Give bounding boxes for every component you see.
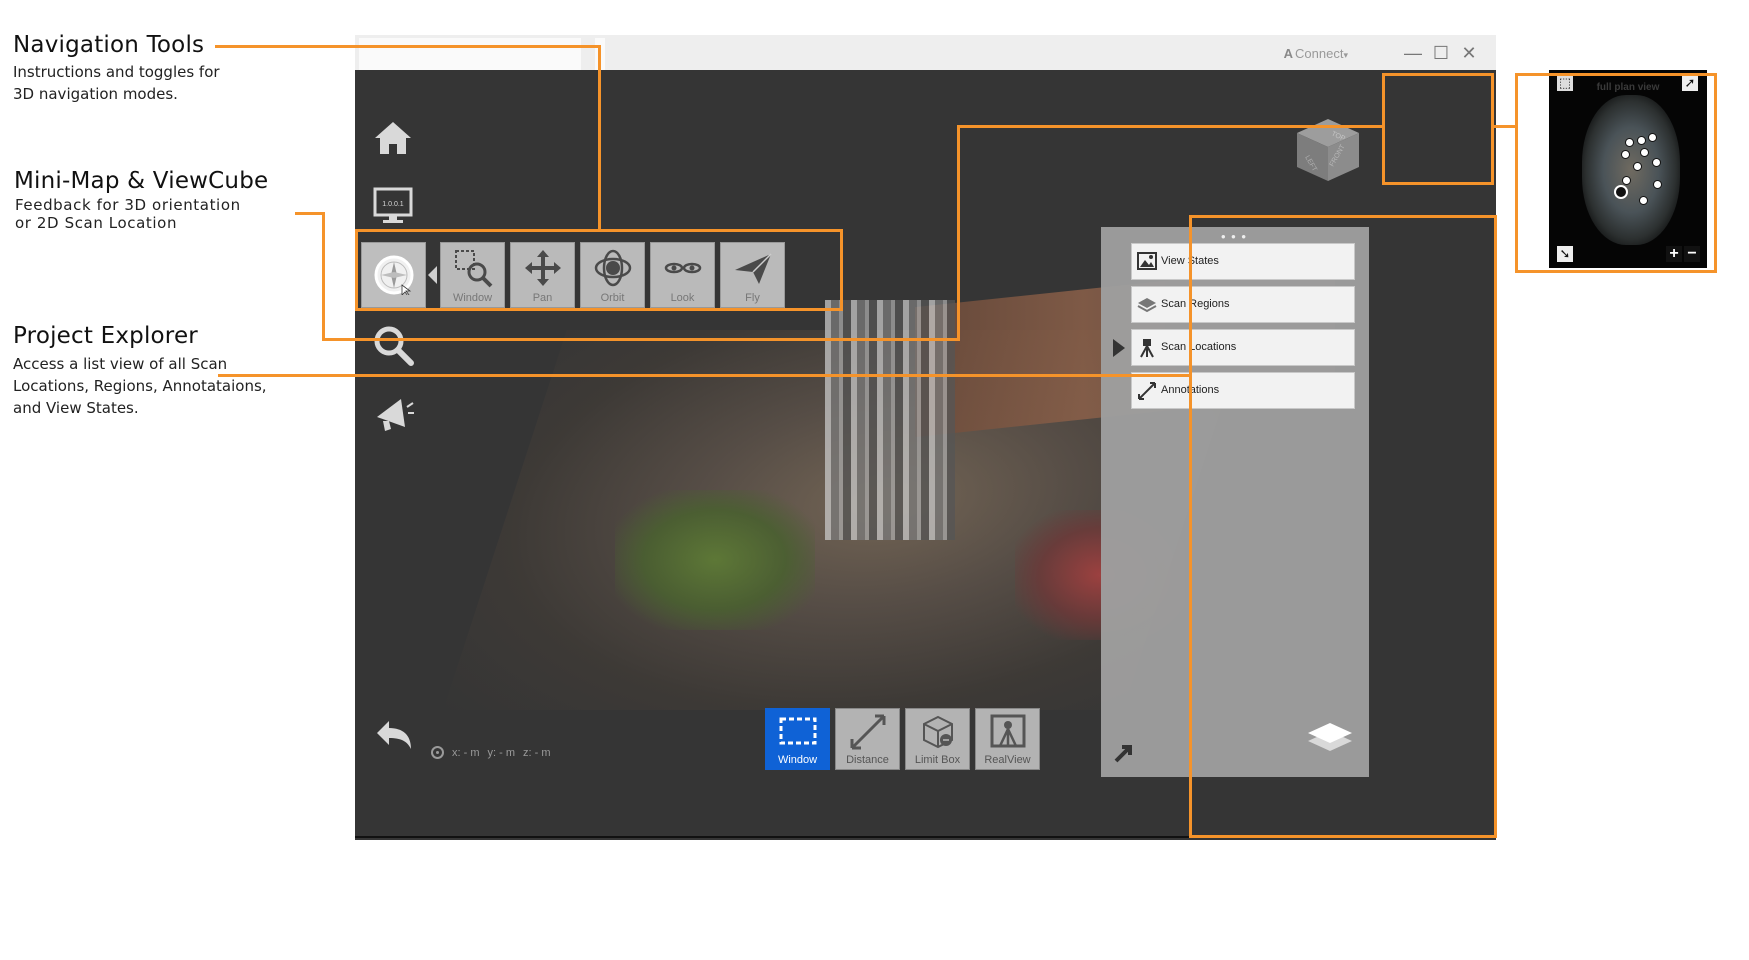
tool-window-select[interactable]: Window <box>765 708 830 770</box>
tool-distance[interactable]: Distance <box>835 708 900 770</box>
navigation-tools-title: Navigation Tools <box>13 32 205 58</box>
coordinate-readout: x: - m y: - m z: - m <box>431 746 551 759</box>
view-states-icon <box>1137 252 1157 270</box>
coord-x: x: - m <box>452 746 480 759</box>
scan-locations-icon <box>1140 339 1154 358</box>
callout-line <box>218 374 1191 377</box>
crosshair-icon <box>431 746 444 759</box>
callout-line <box>322 338 960 341</box>
callout-box-viewcube <box>1382 73 1494 185</box>
monitor-icon[interactable]: 1.0.0.1 <box>371 184 415 228</box>
navigation-tools-description: Instructions and toggles for 3D navigati… <box>13 63 220 103</box>
callout-box-explorer <box>1189 215 1497 838</box>
point-cloud-vegetation <box>615 490 815 630</box>
callout-box-navigation <box>355 229 843 311</box>
title-bar: A Connect▾ — ☐ ✕ <box>355 35 1496 70</box>
project-explorer-title: Project Explorer <box>13 323 198 349</box>
project-explorer-description: Access a list view of all Scan Locations… <box>13 355 267 417</box>
callout-line <box>322 212 325 341</box>
callout-line <box>957 125 960 341</box>
minimap-viewcube-description: Feedback for 3D orientation or 2D Scan L… <box>15 196 241 232</box>
point-cloud-pipes <box>825 300 955 540</box>
minimize-button[interactable]: — <box>1402 42 1424 64</box>
close-button[interactable]: ✕ <box>1458 42 1480 64</box>
monitor-version-text: 1.0.0.1 <box>382 201 404 208</box>
window-select-icon <box>779 717 817 745</box>
connect-menu[interactable]: A Connect▾ <box>1284 46 1348 61</box>
search-icon[interactable] <box>371 323 415 367</box>
undo-icon[interactable] <box>371 715 415 759</box>
scan-regions-icon <box>1137 298 1157 313</box>
callout-line <box>295 212 325 215</box>
chevron-down-icon: ▾ <box>1343 50 1348 60</box>
coord-z: z: - m <box>523 746 551 759</box>
tool-limit-box[interactable]: Limit Box <box>905 708 970 770</box>
annotations-icon <box>1138 382 1156 400</box>
distance-icon <box>850 714 886 750</box>
coord-y: y: - m <box>487 746 516 759</box>
tool-label: Distance <box>846 754 889 766</box>
callout-line <box>957 125 1384 128</box>
maximize-button[interactable]: ☐ <box>1430 42 1452 64</box>
connect-logo-icon: A <box>1283 46 1294 61</box>
home-icon[interactable] <box>371 116 415 160</box>
tool-realview[interactable]: RealView <box>975 708 1040 770</box>
callout-line <box>1494 125 1517 128</box>
minimap-viewcube-title: Mini-Map & ViewCube <box>14 168 269 194</box>
realview-icon <box>990 714 1026 748</box>
callout-line <box>215 45 601 48</box>
limit-box-icon <box>923 715 953 749</box>
tool-label: RealView <box>984 754 1031 766</box>
tool-label: Window <box>777 754 818 766</box>
callout-box-minimap <box>1515 73 1717 273</box>
megaphone-icon[interactable] <box>371 391 415 435</box>
callout-line <box>598 45 601 231</box>
annotated-screenshot: Navigation Tools Instructions and toggle… <box>0 0 1749 960</box>
panel-collapse-arrow[interactable] <box>1113 339 1125 357</box>
connect-label: Connect <box>1295 46 1344 61</box>
expand-arrow-icon[interactable] <box>1113 742 1135 764</box>
title-tab[interactable] <box>359 38 581 70</box>
tool-label: Limit Box <box>914 754 961 766</box>
